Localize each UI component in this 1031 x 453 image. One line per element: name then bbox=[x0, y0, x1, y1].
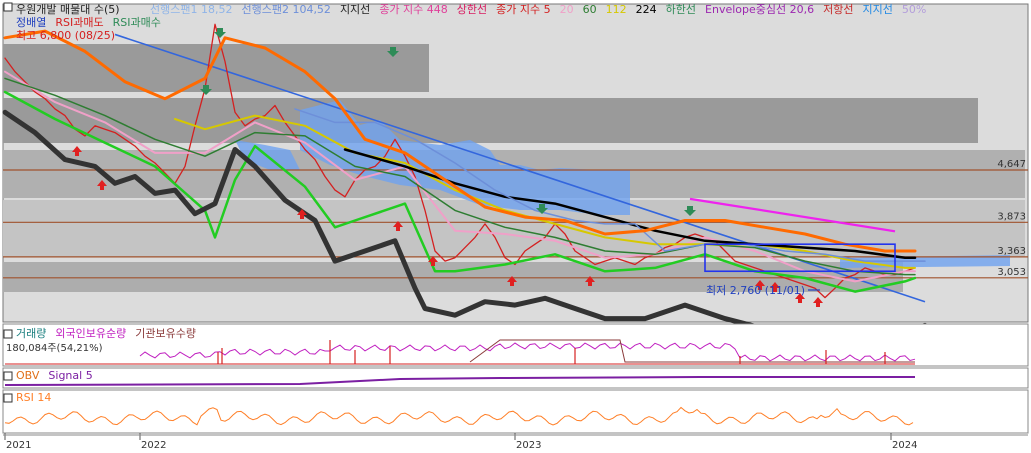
x-tick-label: 2021 bbox=[6, 440, 31, 451]
high-label: 최고 6,800 (08/25) bbox=[16, 29, 115, 42]
window-icon bbox=[3, 2, 13, 12]
legend-item: 상한선 bbox=[457, 3, 487, 16]
chart-window: 4,647 3,873 3,363 3,053 최고 6,800 (08/25) 최저 2… bbox=[0, 0, 1031, 453]
legend-item: 224 bbox=[636, 3, 657, 16]
legend-item: 선행스팬2 104,52 bbox=[241, 3, 330, 16]
legend-item: 50% bbox=[902, 3, 926, 16]
panel-icon bbox=[3, 329, 13, 339]
legend-item: 60 bbox=[583, 3, 597, 16]
legend-item: 외국인보유순량 bbox=[55, 327, 126, 340]
legend-item: 저항선 bbox=[823, 3, 853, 16]
legend-item: Signal 5 bbox=[48, 369, 92, 382]
legend-item: 종가 지수 5 bbox=[496, 3, 550, 16]
legend-item: 기관보유수량 bbox=[135, 327, 196, 340]
panel-icon bbox=[3, 393, 13, 403]
legend-item: 종가 지수 448 bbox=[379, 3, 447, 16]
price-level-label: 4,647 bbox=[997, 159, 1026, 170]
legend-item: 지지선 bbox=[340, 3, 370, 16]
stock-chart[interactable]: 4,647 3,873 3,363 3,053 최고 6,800 (08/25) 최저 2… bbox=[0, 0, 1031, 453]
legend-item: 정배열 bbox=[16, 16, 46, 29]
chart-title: 우원개발 매물대 수(5) bbox=[16, 3, 120, 16]
legend-item: 지지선 bbox=[862, 3, 892, 16]
price-level-label: 3,873 bbox=[997, 211, 1026, 222]
legend-item: 112 bbox=[606, 3, 627, 16]
x-tick-label: 2024 bbox=[892, 440, 917, 451]
legend-item: RSI과매수 bbox=[113, 16, 161, 29]
legend-item: Envelope중심선 20,6 bbox=[705, 3, 814, 16]
legend-item: RSI과매도 bbox=[55, 16, 103, 29]
low-label: 최저 2,760 (11/01) bbox=[706, 284, 805, 297]
legend-item: 20 bbox=[560, 3, 574, 16]
panel-icon bbox=[3, 371, 13, 381]
price-level-label: 3,053 bbox=[997, 267, 1026, 278]
x-tick-label: 2022 bbox=[141, 440, 166, 451]
legend-item: RSI 14 bbox=[16, 391, 51, 404]
x-tick-label: 2023 bbox=[516, 440, 541, 451]
price-level-label: 3,363 bbox=[997, 246, 1026, 257]
legend-item: OBV bbox=[16, 369, 40, 382]
legend-item: 거래량 bbox=[16, 327, 46, 340]
legend-item: 선행스팬1 18,52 bbox=[150, 3, 232, 16]
legend-item: 하한선 bbox=[666, 2, 696, 16]
volume-value-label: 180,084주(54,21%) bbox=[6, 343, 103, 354]
